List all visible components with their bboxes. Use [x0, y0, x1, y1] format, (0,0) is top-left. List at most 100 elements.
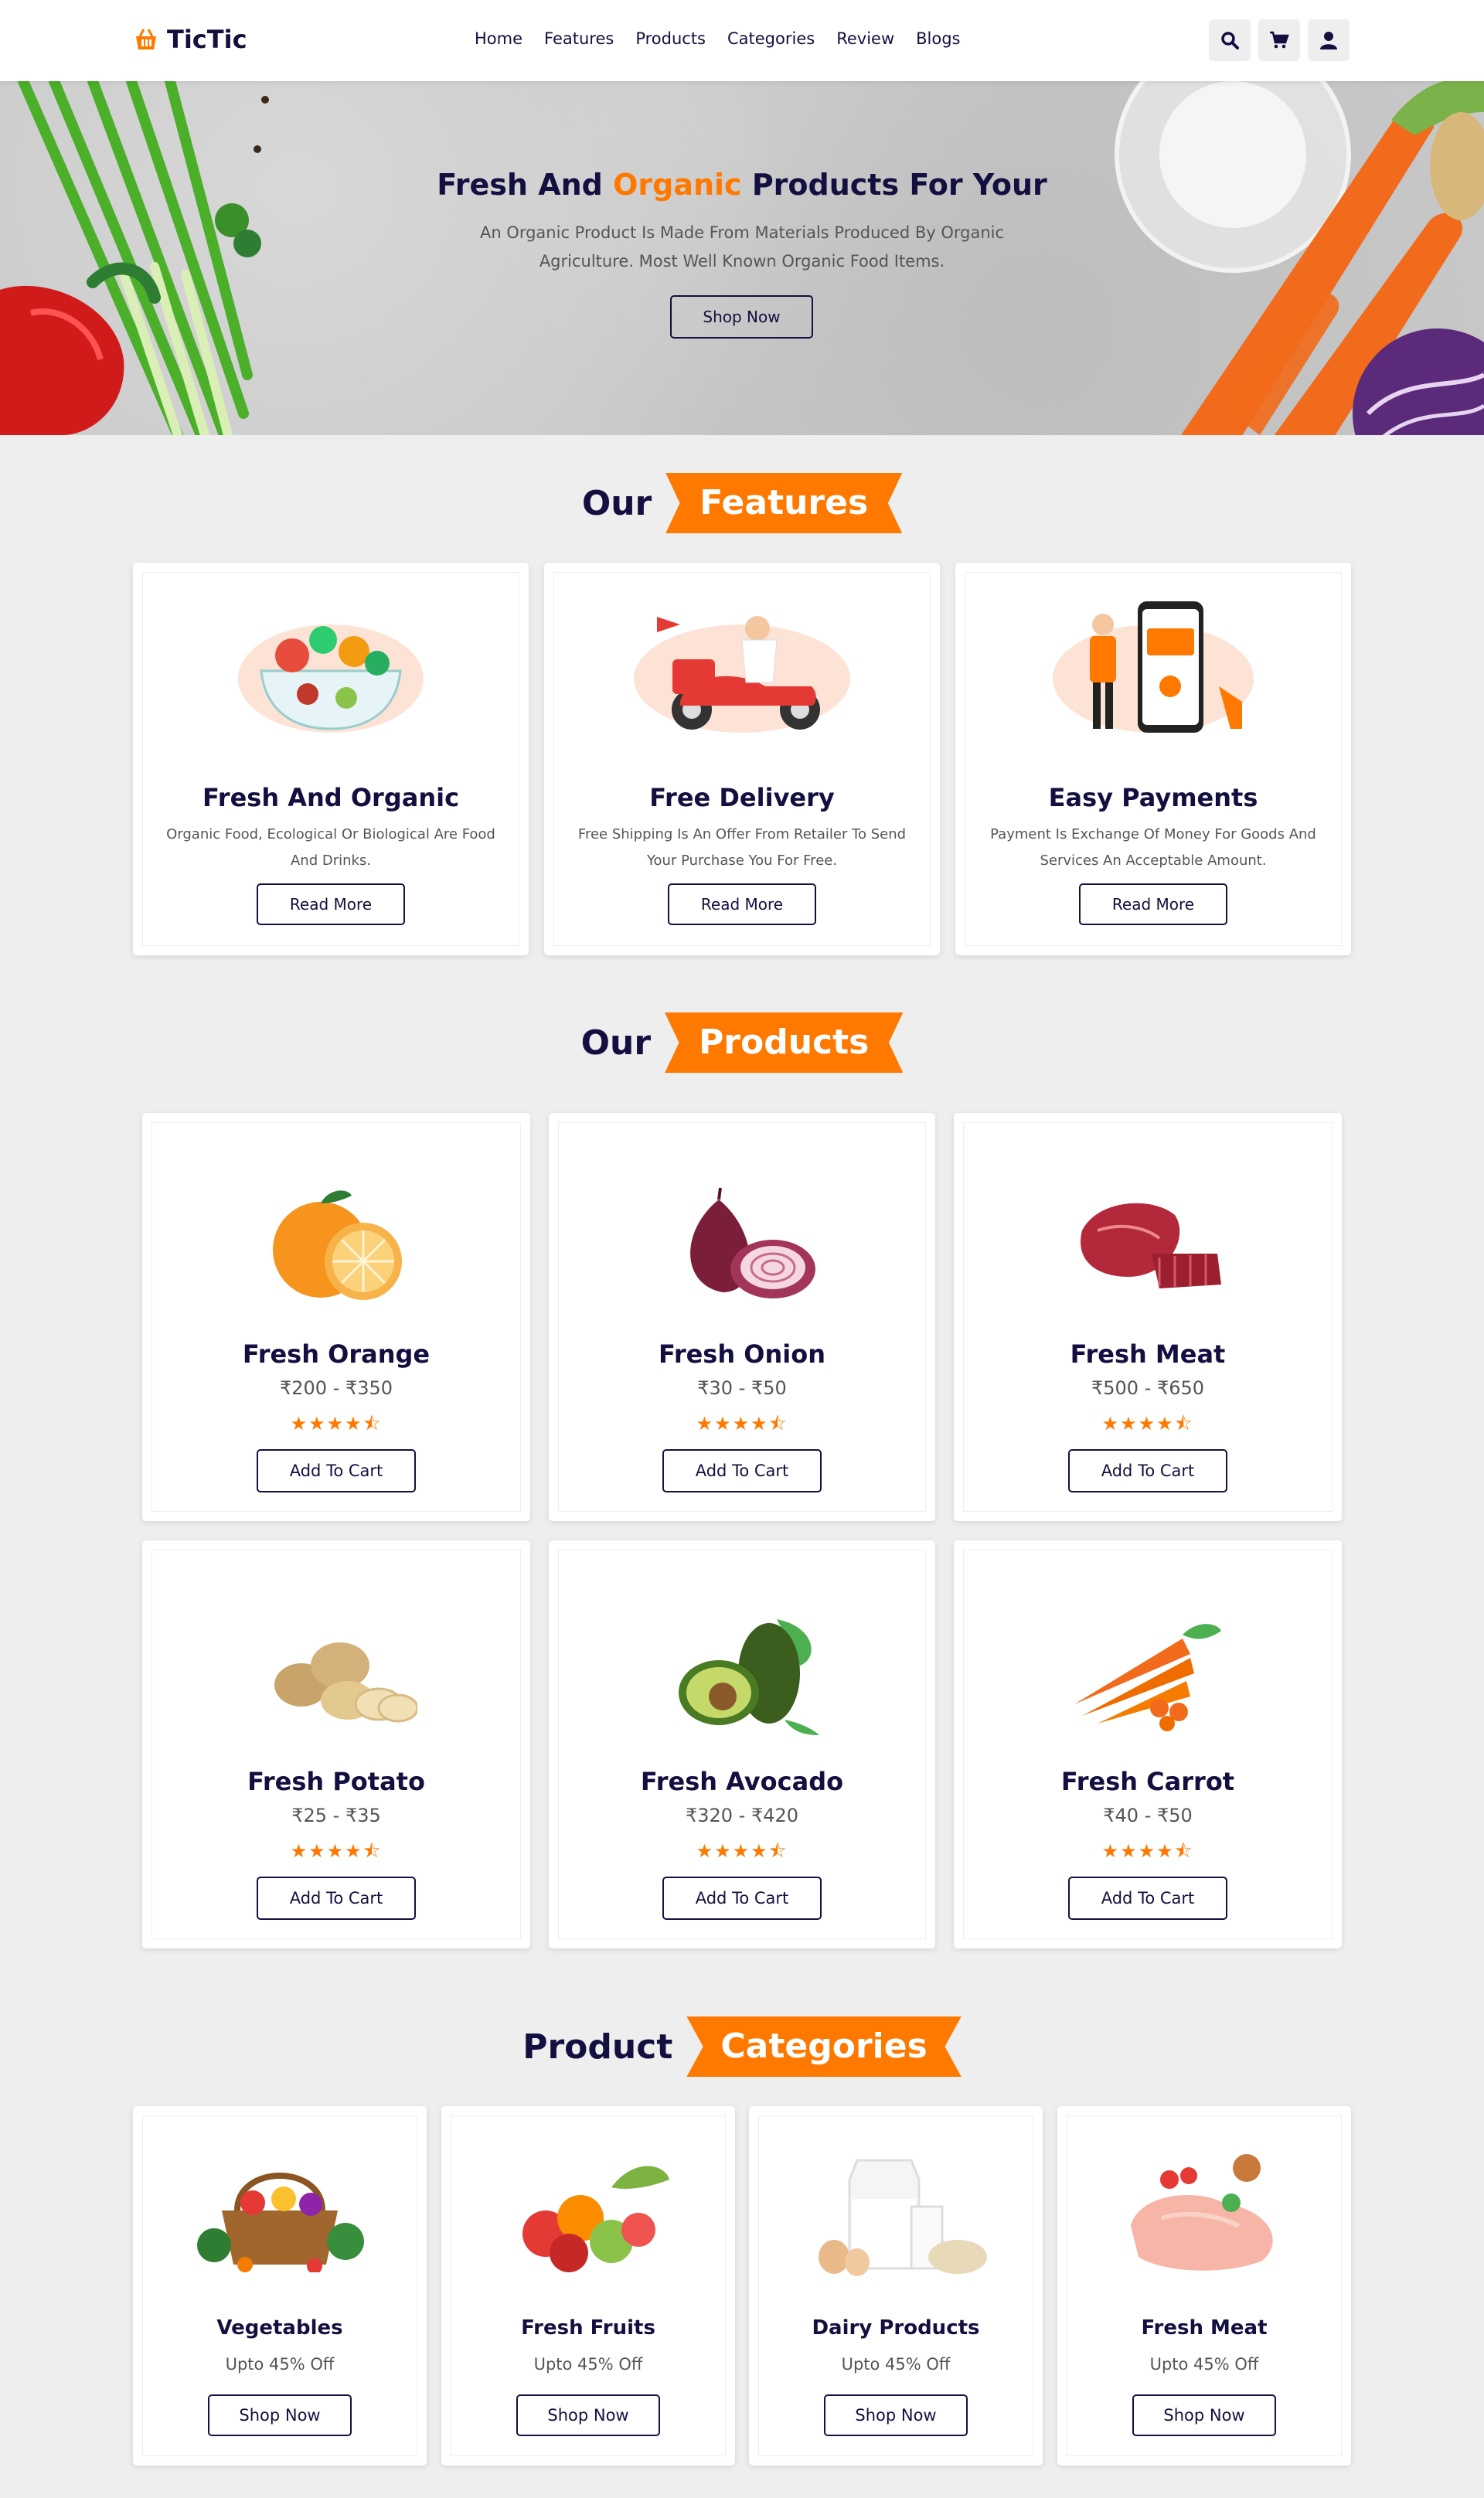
product-card: Fresh Meat ₹500 - ₹650 ★★★★⯪ Add To Cart [954, 1113, 1342, 1521]
hero-banner: Fresh And Organic Products For Your An O… [0, 81, 1484, 435]
carrot-image [954, 1611, 1342, 1735]
cart-button[interactable] [1258, 19, 1300, 61]
main-nav: Home Features Products Categories Review… [475, 29, 961, 48]
nav-review[interactable]: Review [836, 29, 894, 48]
hero-title: Fresh And Organic Products For Your [437, 168, 1047, 202]
category-shop-now-button[interactable]: Shop Now [516, 2394, 660, 2436]
category-name: Vegetables [216, 2316, 343, 2340]
feature-card: Fresh And Organic Organic Food, Ecologic… [133, 563, 529, 955]
category-name: Fresh Fruits [521, 2316, 655, 2340]
features-heading-ribbon: Features [665, 473, 903, 533]
product-price: ₹320 - ₹420 [685, 1805, 799, 1826]
nav-blogs[interactable]: Blogs [916, 29, 960, 48]
category-card: Dairy Products Upto 45% Off Shop Now [749, 2106, 1043, 2466]
nav-categories[interactable]: Categories [727, 29, 815, 48]
category-offer: Upto 45% Off [225, 2355, 335, 2374]
category-name: Dairy Products [812, 2316, 980, 2340]
read-more-button[interactable]: Read More [257, 883, 405, 925]
products-heading: Our Products [0, 1012, 1484, 1073]
product-card: Fresh Avocado ₹320 - ₹420 ★★★★⯪ Add To C… [549, 1540, 935, 1948]
add-to-cart-button[interactable]: Add To Cart [662, 1449, 822, 1492]
logo[interactable]: TicTic [133, 25, 247, 54]
user-icon [1320, 32, 1337, 49]
logo-text: TicTic [167, 25, 247, 54]
rating-stars: ★★★★⯪ [290, 1840, 383, 1862]
product-price: ₹500 - ₹650 [1091, 1377, 1205, 1399]
rating-stars: ★★★★⯪ [1101, 1413, 1194, 1434]
category-card: Fresh Fruits Upto 45% Off Shop Now [441, 2106, 735, 2466]
categories-heading-ribbon: Categories [686, 2016, 962, 2077]
category-shop-now-button[interactable]: Shop Now [208, 2394, 352, 2436]
user-button[interactable] [1308, 19, 1350, 61]
product-price: ₹25 - ₹35 [291, 1805, 381, 1826]
category-name: Fresh Meat [1141, 2316, 1268, 2340]
feature-card: Free Delivery Free Shipping Is An Offer … [544, 563, 940, 955]
rating-stars: ★★★★⯪ [1101, 1840, 1194, 1862]
search-button[interactable] [1209, 19, 1251, 61]
add-to-cart-button[interactable]: Add To Cart [662, 1877, 822, 1920]
product-name: Fresh Carrot [1060, 1767, 1235, 1796]
product-card: Fresh Onion ₹30 - ₹50 ★★★★⯪ Add To Cart [549, 1113, 935, 1521]
product-card: Fresh Carrot ₹40 - ₹50 ★★★★⯪ Add To Cart [954, 1540, 1342, 1948]
category-offer: Upto 45% Off [1149, 2355, 1259, 2374]
nav-features[interactable]: Features [544, 29, 614, 48]
product-name: Fresh Orange [242, 1339, 431, 1369]
category-card: Fresh Meat Upto 45% Off Shop Now [1057, 2106, 1351, 2466]
product-card: Fresh Orange ₹200 - ₹350 ★★★★⯪ Add To Ca… [142, 1113, 530, 1521]
orange-image [142, 1184, 530, 1308]
category-offer: Upto 45% Off [533, 2355, 643, 2374]
chicken-meat-image [1057, 2149, 1351, 2276]
product-price: ₹40 - ₹50 [1103, 1805, 1193, 1826]
mobile-payment-image [955, 594, 1351, 740]
basket-icon [136, 29, 156, 49]
add-to-cart-button[interactable]: Add To Cart [1068, 1449, 1227, 1492]
feature-title: Free Delivery [649, 783, 835, 812]
category-shop-now-button[interactable]: Shop Now [824, 2394, 968, 2436]
delivery-scooter-image [544, 594, 940, 740]
read-more-button[interactable]: Read More [668, 883, 816, 925]
meat-image [954, 1184, 1342, 1308]
nav-home[interactable]: Home [475, 29, 522, 48]
product-price: ₹30 - ₹50 [697, 1377, 787, 1399]
potato-image [142, 1611, 530, 1735]
add-to-cart-button[interactable]: Add To Cart [1068, 1877, 1227, 1920]
product-name: Fresh Avocado [640, 1767, 844, 1796]
product-name: Fresh Meat [1070, 1339, 1226, 1369]
products-heading-ribbon: Products [665, 1012, 904, 1073]
onion-image [549, 1184, 935, 1308]
avocado-image [549, 1611, 935, 1735]
product-name: Fresh Onion [659, 1339, 825, 1369]
rating-stars: ★★★★⯪ [696, 1413, 788, 1434]
feature-card: Easy Payments Payment Is Exchange Of Mon… [955, 563, 1351, 955]
hero-title-accent: Organic [613, 168, 742, 202]
hero-shop-now-button[interactable]: Shop Now [670, 295, 813, 339]
rating-stars: ★★★★⯪ [696, 1840, 788, 1862]
product-price: ₹200 - ₹350 [279, 1377, 393, 1399]
fruits-image [441, 2156, 735, 2272]
read-more-button[interactable]: Read More [1079, 883, 1227, 925]
rating-stars: ★★★★⯪ [290, 1413, 383, 1434]
search-icon [1221, 32, 1239, 49]
feature-title: Easy Payments [1048, 783, 1258, 812]
category-card: Vegetables Upto 45% Off Shop Now [133, 2106, 427, 2466]
add-to-cart-button[interactable]: Add To Cart [257, 1449, 416, 1492]
header: TicTic Home Features Products Categories… [0, 0, 1484, 81]
nav-products[interactable]: Products [635, 29, 706, 48]
header-actions [1209, 19, 1350, 61]
dairy-image [749, 2145, 1043, 2276]
feature-description: Free Shipping Is An Offer From Retailer … [577, 826, 907, 869]
feature-description: Organic Food, Ecological Or Biological A… [166, 826, 495, 869]
salad-bowl-image [133, 594, 529, 740]
hero-description: An Organic Product Is Made From Material… [479, 223, 1005, 271]
feature-title: Fresh And Organic [202, 783, 460, 812]
add-to-cart-button[interactable]: Add To Cart [257, 1877, 416, 1920]
product-name: Fresh Potato [247, 1767, 425, 1796]
product-card: Fresh Potato ₹25 - ₹35 ★★★★⯪ Add To Cart [142, 1540, 530, 1948]
vegetable-basket-image [133, 2156, 427, 2272]
feature-description: Payment Is Exchange Of Money For Goods A… [990, 826, 1316, 869]
cart-icon [1270, 31, 1289, 49]
features-heading: Our Features [0, 473, 1484, 533]
categories-heading: Product Categories [0, 2016, 1484, 2077]
category-offer: Upto 45% Off [841, 2355, 951, 2374]
category-shop-now-button[interactable]: Shop Now [1132, 2394, 1276, 2436]
